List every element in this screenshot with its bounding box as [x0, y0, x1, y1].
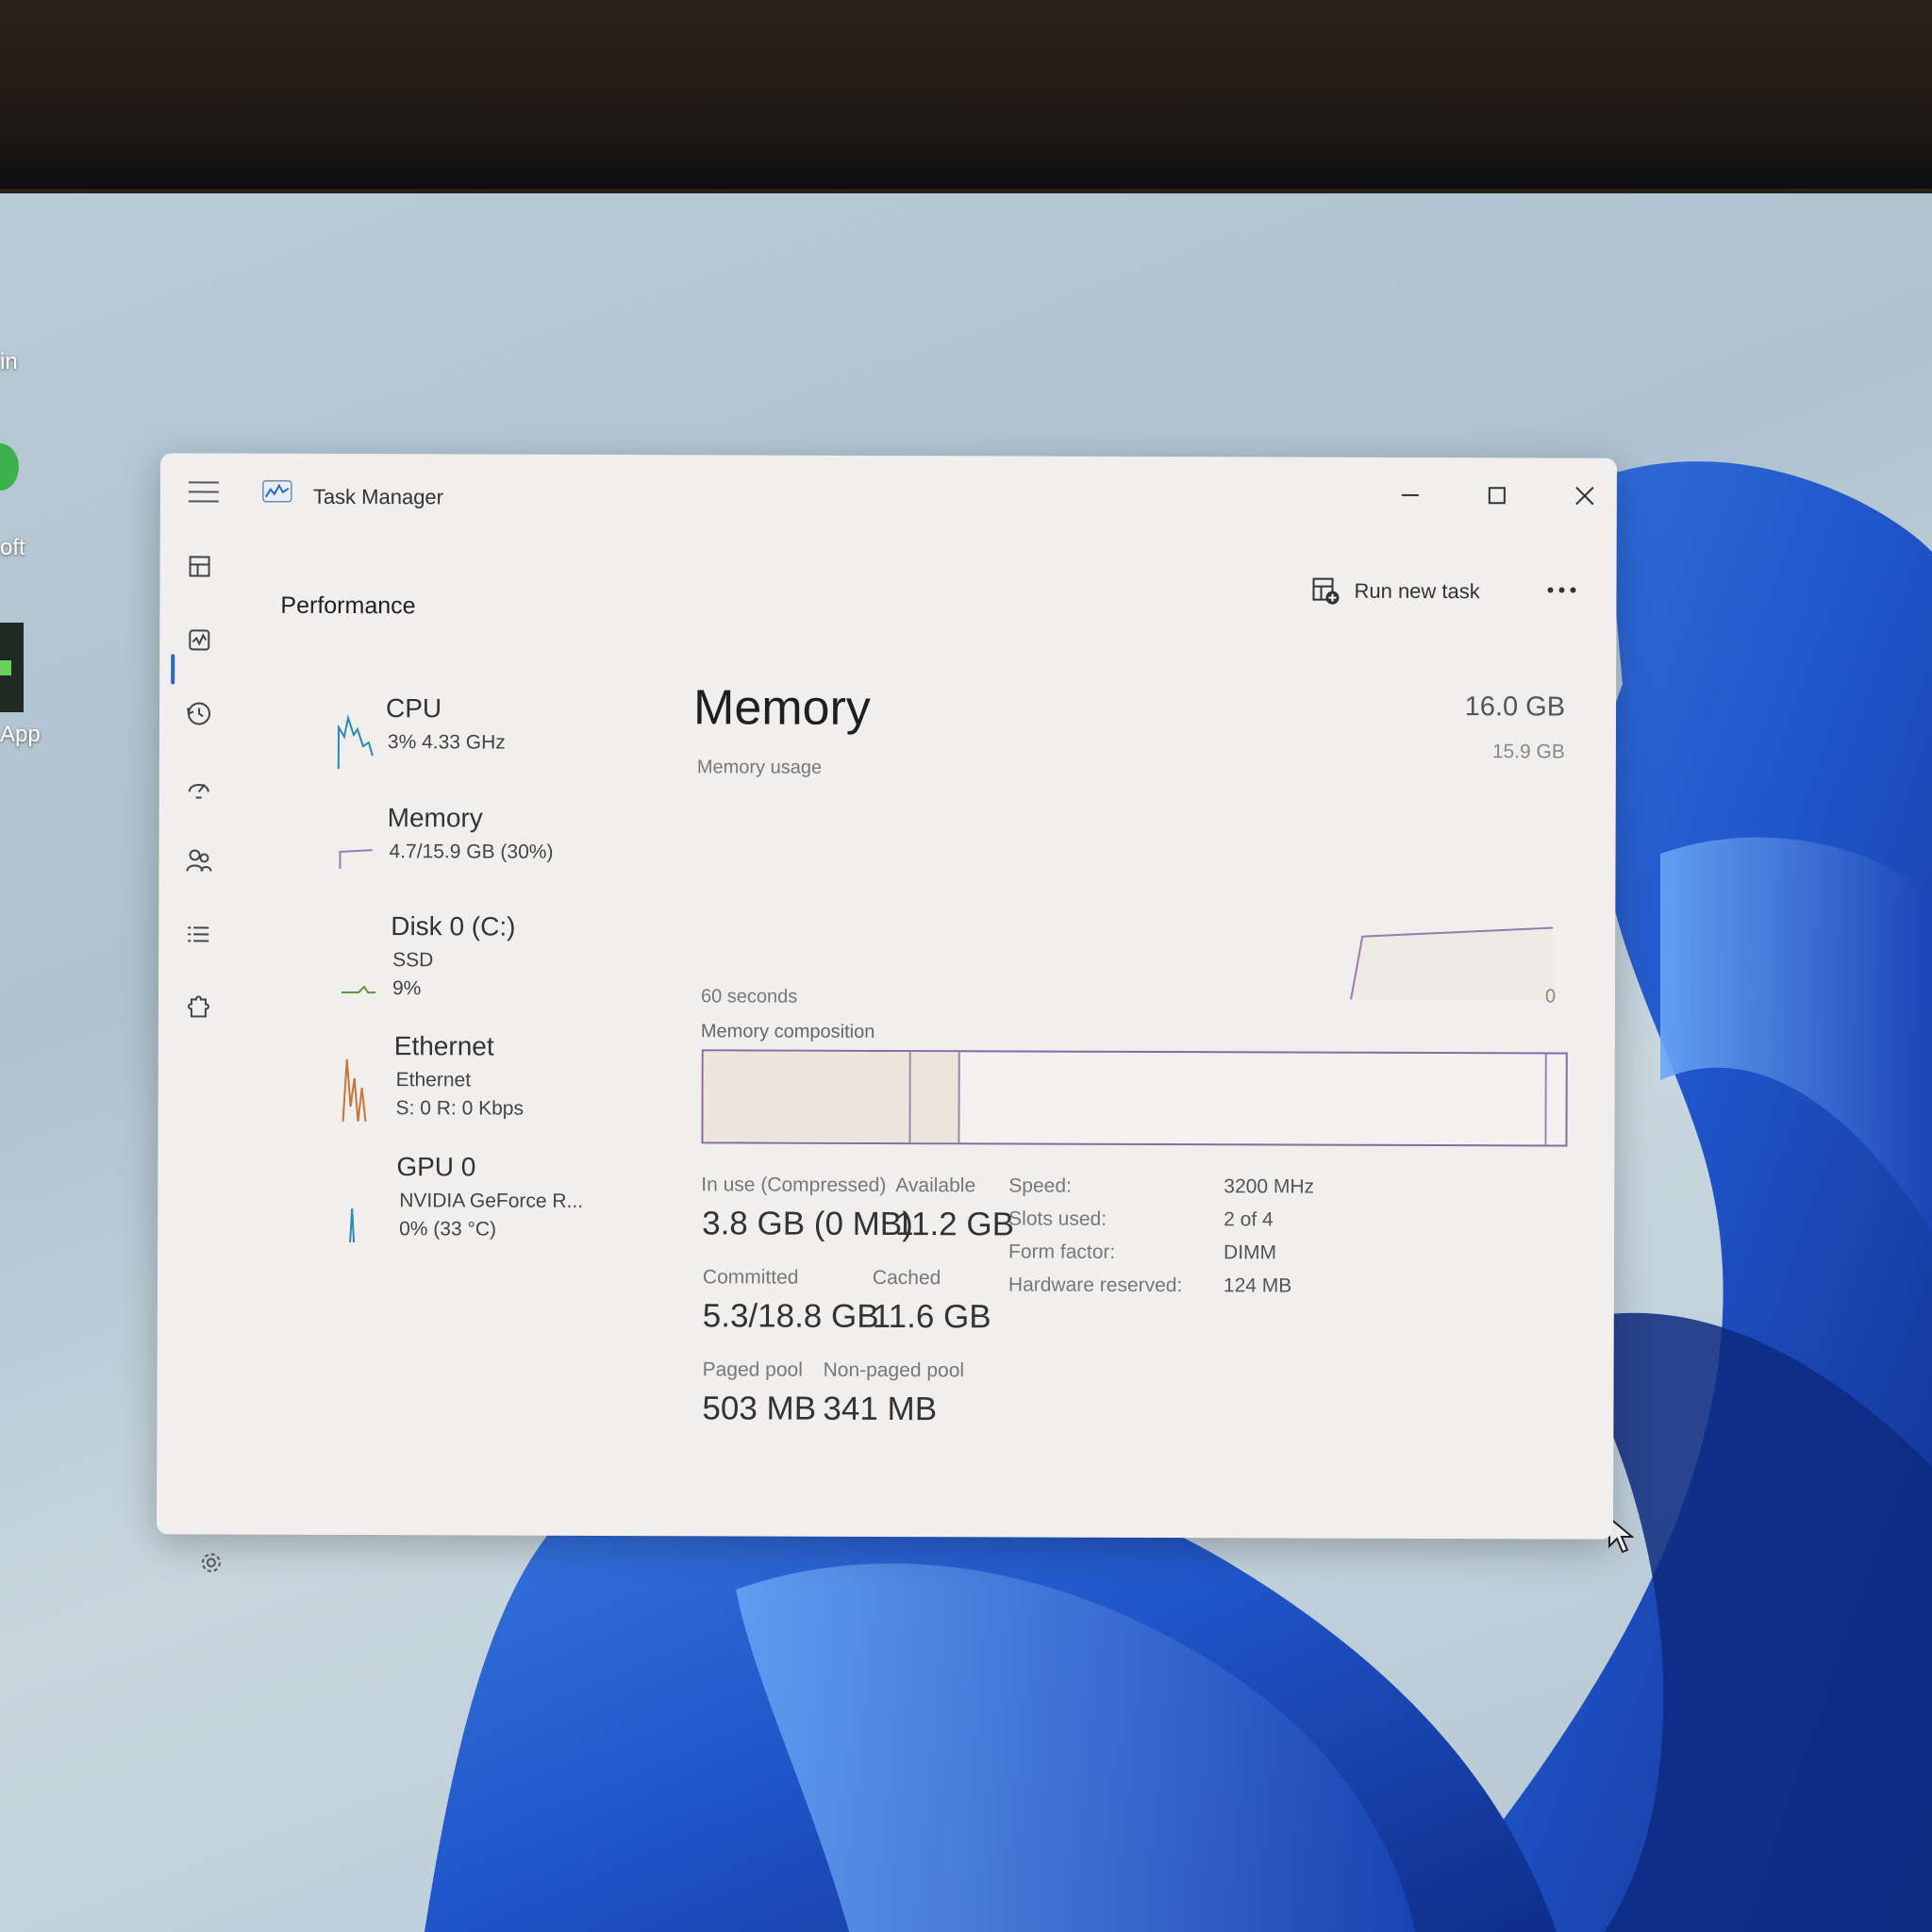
- close-icon: [1575, 486, 1594, 506]
- device-name: Disk 0 (C:): [391, 911, 516, 941]
- monitor-bezel: [0, 0, 1932, 189]
- gear-icon: [201, 1553, 221, 1573]
- history-icon: [187, 702, 211, 725]
- disk-mini-graph: [341, 985, 376, 994]
- hamburger-menu-icon[interactable]: [188, 481, 219, 504]
- memory-mini-graph: [339, 849, 373, 869]
- committed-label: Committed: [702, 1266, 799, 1289]
- window-title: Task Manager: [312, 484, 444, 509]
- ethernet-mini-graph: [341, 1058, 367, 1123]
- memory-total-usable: 15.9 GB: [1491, 741, 1565, 763]
- spec-slots-key: Slots used:: [1008, 1208, 1108, 1230]
- spec-form-factor-key: Form factor:: [1008, 1241, 1116, 1263]
- memory-usage-area: [1350, 927, 1554, 1001]
- page-title: Performance: [280, 591, 416, 620]
- run-task-icon: [1312, 577, 1340, 605]
- device-detail-2: 9%: [391, 977, 422, 1000]
- task-manager-window: Task Manager Performance Run new task CP…: [157, 453, 1617, 1573]
- graph-time-span: 60 seconds: [700, 986, 798, 1008]
- spec-speed-value: 3200 MHz: [1224, 1175, 1315, 1198]
- cached-value: 11.6 GB: [872, 1297, 991, 1336]
- more-options-icon[interactable]: [1542, 578, 1580, 601]
- task-manager-app-icon: [262, 479, 292, 503]
- device-detail-2: 0% (33 °C): [399, 1218, 497, 1241]
- device-detail: 3% 4.33 GHz: [387, 731, 506, 754]
- minimize-icon: [1401, 493, 1419, 496]
- memory-heading: Memory: [692, 680, 871, 736]
- cached-label: Cached: [872, 1266, 941, 1290]
- in-use-value: 3.8 GB (0 MB): [702, 1205, 913, 1243]
- available-label: Available: [895, 1174, 976, 1197]
- desktop-label-1: in: [0, 349, 18, 375]
- committed-value: 5.3/18.8 GB: [702, 1297, 879, 1335]
- device-detail-2: S: 0 R: 0 Kbps: [395, 1097, 525, 1120]
- device-ethernet[interactable]: Ethernet Ethernet S: 0 R: 0 Kbps: [252, 1031, 554, 1136]
- graph-zero-label: 0: [1544, 986, 1557, 1008]
- run-new-task-label: Run new task: [1354, 578, 1480, 604]
- details-list-icon: [188, 926, 209, 942]
- nav-active-indicator: [171, 654, 175, 685]
- gpu-mini-graph: [349, 1208, 356, 1243]
- processes-icon: [189, 556, 210, 577]
- settings-button[interactable]: [194, 1545, 228, 1579]
- nav-startup-apps[interactable]: [180, 768, 218, 806]
- device-name: CPU: [386, 693, 442, 724]
- run-new-task-button[interactable]: Run new task: [1310, 573, 1480, 611]
- non-paged-pool-label: Non-paged pool: [823, 1358, 965, 1382]
- non-paged-pool-value: 341 MB: [823, 1390, 938, 1428]
- device-detail: NVIDIA GeForce R...: [399, 1190, 584, 1212]
- nav-users[interactable]: [179, 841, 217, 879]
- device-disk[interactable]: Disk 0 (C:) SSD 9%: [253, 911, 555, 1016]
- composition-in-use[interactable]: [703, 1051, 911, 1143]
- spec-hardware-reserved-value: 124 MB: [1223, 1274, 1292, 1297]
- spec-form-factor-value: DIMM: [1224, 1241, 1277, 1264]
- minimize-button[interactable]: [1387, 476, 1434, 514]
- desktop-label-2: oft: [0, 535, 25, 560]
- device-detail: 4.7/15.9 GB (30%): [389, 841, 554, 863]
- spec-slots-value: 2 of 4: [1224, 1208, 1274, 1231]
- composition-modified[interactable]: [910, 1052, 960, 1143]
- memory-usage-label: Memory usage: [696, 757, 823, 778]
- device-name: Ethernet: [393, 1031, 494, 1061]
- desktop-app-icon-dark[interactable]: [0, 623, 24, 712]
- nav-app-history[interactable]: [180, 694, 218, 732]
- device-cpu[interactable]: CPU 3% 4.33 GHz: [254, 690, 537, 785]
- users-icon: [186, 849, 212, 872]
- composition-free[interactable]: [1546, 1054, 1565, 1144]
- services-puzzle-icon: [187, 995, 209, 1018]
- side-navigation: [157, 528, 236, 1573]
- memory-composition-label: Memory composition: [700, 1021, 875, 1042]
- cpu-mini-graph: [337, 714, 374, 769]
- close-button[interactable]: [1561, 476, 1608, 514]
- device-detail: Ethernet: [395, 1069, 472, 1091]
- desktop-label-3: App: [0, 722, 41, 747]
- startup-speedometer-icon: [188, 783, 209, 799]
- memory-total: 16.0 GB: [1464, 691, 1566, 723]
- in-use-label: In use (Compressed): [701, 1174, 887, 1196]
- device-detail: SSD: [392, 949, 434, 972]
- device-memory[interactable]: Memory 4.7/15.9 GB (30%): [253, 803, 555, 898]
- spec-hardware-reserved-key: Hardware reserved:: [1008, 1274, 1183, 1297]
- device-gpu[interactable]: GPU 0 NVIDIA GeForce R... 0% (33 °C): [252, 1152, 583, 1257]
- nav-processes[interactable]: [181, 547, 219, 585]
- composition-standby[interactable]: [959, 1052, 1547, 1145]
- paged-pool-value: 503 MB: [702, 1390, 817, 1427]
- nav-performance[interactable]: [180, 621, 218, 658]
- maximize-icon: [1488, 487, 1506, 505]
- paged-pool-label: Paged pool: [702, 1358, 803, 1381]
- memory-composition-bar: [701, 1049, 1568, 1147]
- memory-usage-graph: [1350, 926, 1554, 1001]
- title-bar[interactable]: Task Manager: [160, 453, 1617, 524]
- performance-icon: [189, 629, 210, 651]
- device-name: Memory: [387, 803, 483, 833]
- spec-speed-key: Speed:: [1008, 1174, 1072, 1197]
- nav-services[interactable]: [179, 989, 217, 1026]
- device-name: GPU 0: [396, 1152, 476, 1182]
- nav-details[interactable]: [179, 915, 217, 953]
- maximize-button[interactable]: [1474, 476, 1521, 514]
- available-value: 11.2 GB: [895, 1206, 1015, 1243]
